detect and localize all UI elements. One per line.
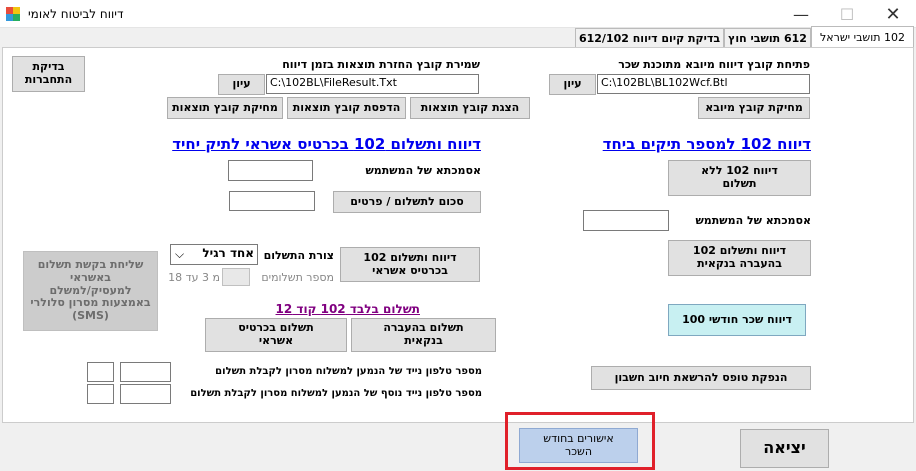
credit-single-heading[interactable]: דיווח ותשלום 102 בכרטיס אשראי לתיק יחיד — [165, 135, 481, 153]
pay-bank-transfer-button[interactable]: תשלום בהעברה בנקאית — [351, 318, 496, 352]
amount-field[interactable] — [229, 191, 315, 211]
import-file-label: פתיחת קובץ דיווח מיובא מתוכנת שכר — [618, 58, 810, 71]
window-title: דיווח לביטוח לאומי — [28, 7, 124, 21]
delete-results-button[interactable]: מחיקת קובץ תוצאות — [167, 97, 283, 119]
results-path-field[interactable]: C:\102BL\FileResult.Txt — [266, 74, 479, 94]
phone-label-1: מספר טלפון נייד של הנמען למשלוח מסרון לק… — [215, 366, 482, 377]
report-bank-transfer-button[interactable]: דיווח ותשלום 102 בהעברה בנקאית — [668, 240, 811, 276]
payment-only-link[interactable]: תשלום בלבד 102 קוד 12 — [270, 302, 420, 316]
connection-check-button[interactable]: בדיקת התחברות — [12, 56, 85, 92]
debit-form-button[interactable]: הנפקת טופס להרשאת חיוב חשבון — [591, 366, 811, 390]
user-token-label-single: אסמכתא של המשתמש — [365, 164, 481, 177]
report-credit-button[interactable]: דיווח ותשלום 102 בכרטיס אשראי — [340, 247, 480, 282]
tab-foreign-residents[interactable]: 612 תושבי חוץ — [724, 28, 811, 47]
delete-import-button[interactable]: מחיקת קובץ מיובא — [698, 97, 810, 119]
installments-label: מספר תשלומים — [261, 271, 334, 284]
phone-2-number-field[interactable] — [120, 384, 171, 404]
highlight-box — [505, 412, 655, 470]
installments-hint: מ 3 עד 18 — [168, 271, 220, 284]
user-token-field-single[interactable] — [228, 160, 313, 181]
installments-field[interactable] — [222, 268, 250, 286]
pay-credit-button[interactable]: תשלום בכרטיס אשראי — [205, 318, 347, 352]
exit-button[interactable]: יציאה — [740, 429, 829, 468]
phone-2-prefix-field[interactable] — [87, 384, 114, 404]
close-button[interactable]: ✕ — [870, 0, 916, 28]
app-icon — [6, 7, 20, 21]
amount-details-button[interactable]: סכום לתשלום / פרטים — [333, 191, 481, 213]
tab-report-check[interactable]: בדיקת קיום דיווח 612/102 — [575, 28, 724, 47]
maximize-button[interactable]: ☐ — [824, 0, 870, 28]
chevron-down-icon: ⌵ — [175, 247, 185, 261]
tab-israel-residents[interactable]: 102 תושבי ישראל — [811, 26, 914, 48]
user-token-label-multi: אסמכתא של המשתמש — [695, 214, 811, 227]
monthly-salary-button[interactable]: דיווח שכר חודשי 100 — [668, 304, 806, 336]
print-results-button[interactable]: הדפסת קובץ תוצאות — [287, 97, 406, 119]
report-no-payment-button[interactable]: דיווח 102 ללא תשלום — [668, 160, 811, 196]
phone-1-prefix-field[interactable] — [87, 362, 114, 382]
minimize-button[interactable]: — — [778, 0, 824, 28]
payment-form-select[interactable]: אחד רגיל ⌵ — [170, 244, 258, 265]
payment-form-label: צורת התשלום — [263, 249, 334, 262]
user-token-field-multi[interactable] — [583, 210, 669, 231]
show-results-button[interactable]: הצגת קובץ תוצאות — [410, 97, 530, 119]
results-file-label: שמירת קובץ החזרת תוצאות בזמן דיווח — [282, 58, 480, 71]
import-browse-button[interactable]: עיון — [549, 74, 596, 95]
phone-label-2: מספר טלפון נייד נוסף של הנמען למשלוח מסר… — [190, 388, 482, 399]
phone-1-number-field[interactable] — [120, 362, 171, 382]
title-bar: דיווח לביטוח לאומי — ☐ ✕ — [0, 0, 916, 28]
multi-files-heading[interactable]: דיווח 102 למספר תיקים ביחד — [603, 135, 811, 153]
sms-payment-request-button[interactable]: שליחת בקשת תשלום באשראי למעסיק/למשלם באמ… — [23, 251, 158, 331]
results-browse-button[interactable]: עיון — [218, 74, 265, 95]
payment-form-value: אחד רגיל — [202, 246, 254, 260]
import-path-field[interactable]: C:\102BL\BL102Wcf.Btl — [597, 74, 810, 94]
